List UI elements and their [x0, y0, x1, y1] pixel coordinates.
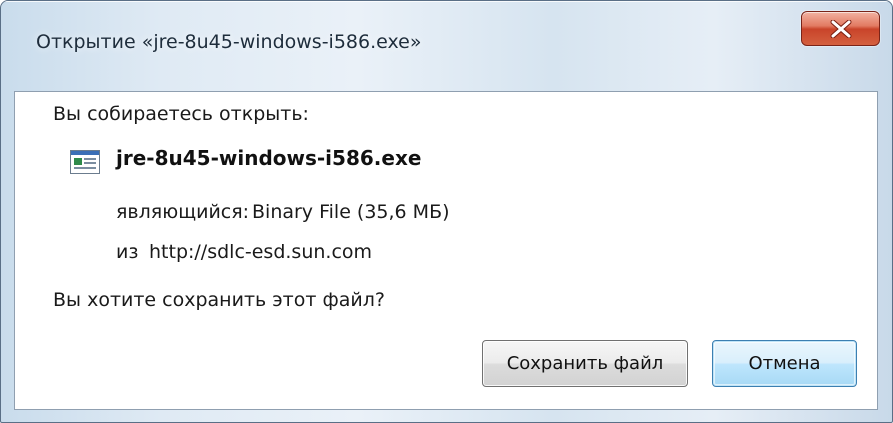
- cancel-button[interactable]: Отмена: [712, 340, 857, 387]
- window-title: Открытие «jre-8u45-windows-i586.exe»: [36, 31, 422, 53]
- close-icon: [802, 12, 879, 45]
- dialog-window: Открытие «jre-8u45-windows-i586.exe» Вы …: [0, 0, 893, 423]
- exe-file-icon: [70, 150, 100, 174]
- file-type-label: являющийся:: [116, 201, 250, 223]
- dialog-heading: Вы собираетесь открыть:: [53, 103, 309, 125]
- save-file-button[interactable]: Сохранить файл: [482, 340, 688, 387]
- close-button[interactable]: [801, 11, 880, 46]
- file-name: jre-8u45-windows-i586.exe: [116, 146, 422, 170]
- save-question: Вы хотите сохранить этот файл?: [53, 289, 385, 311]
- source-label: из: [116, 241, 139, 263]
- title-bar[interactable]: Открытие «jre-8u45-windows-i586.exe»: [1, 1, 892, 87]
- file-type-value: Binary File (35,6 МБ): [252, 201, 450, 223]
- source-url: http://sdlc-esd.sun.com: [149, 241, 373, 263]
- dialog-body: Вы собираетесь открыть: jre-8u45-windows…: [14, 91, 878, 410]
